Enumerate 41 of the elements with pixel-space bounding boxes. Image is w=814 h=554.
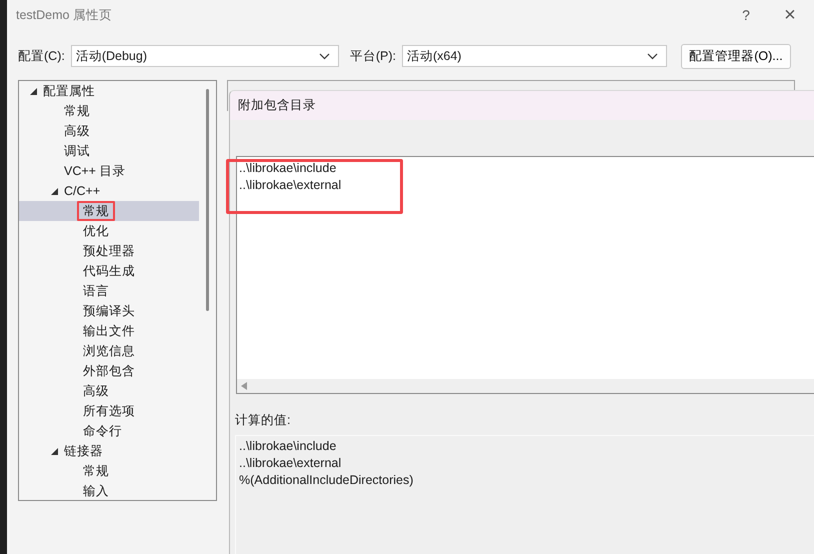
help-button[interactable]: ?: [724, 0, 768, 30]
popup-title: 附加包含目录: [238, 97, 316, 114]
tree-item[interactable]: 调试: [19, 141, 199, 161]
chevron-down-icon: [646, 52, 658, 60]
tree-item[interactable]: 链接器: [19, 441, 199, 461]
tree-item[interactable]: 高级: [19, 381, 199, 401]
tree-item[interactable]: 配置属性: [19, 81, 199, 101]
scroll-left-icon[interactable]: [241, 382, 247, 390]
tree-item[interactable]: 浏览信息: [19, 341, 199, 361]
tree-item[interactable]: C/C++: [19, 181, 199, 201]
platform-label: 平台(P):: [350, 48, 396, 64]
computed-label: 计算的值:: [235, 412, 292, 428]
config-dropdown[interactable]: 活动(Debug): [70, 45, 339, 67]
configuration-manager-button[interactable]: 配置管理器(O)...: [680, 44, 791, 68]
editor-line: ..\librokae\external: [239, 177, 342, 194]
chevron-down-icon: [318, 52, 330, 60]
tree-item[interactable]: 语言: [19, 281, 199, 301]
tree-item[interactable]: 输入: [19, 481, 199, 500]
tree-item[interactable]: 高级: [19, 121, 199, 141]
close-button[interactable]: ×: [768, 0, 812, 30]
tree-item[interactable]: 外部包含: [19, 361, 199, 381]
tree-item[interactable]: 代码生成: [19, 261, 199, 281]
computed-line: ..\librokae\external: [239, 455, 342, 472]
tree-item[interactable]: 预编译头: [19, 301, 199, 321]
tree-item[interactable]: VC++ 目录: [19, 161, 199, 181]
window-title: testDemo 属性页: [16, 6, 113, 24]
editor-field[interactable]: ..\librokae\include ..\librokae\external: [236, 156, 814, 394]
tree-item[interactable]: 优化: [19, 221, 199, 241]
tree-item[interactable]: 常规: [19, 201, 199, 221]
tree-item[interactable]: 常规: [19, 101, 199, 121]
platform-dropdown[interactable]: 活动(x64): [402, 45, 667, 67]
tree-item[interactable]: 输出文件: [19, 321, 199, 341]
editor-line: ..\librokae\include: [239, 160, 338, 177]
config-label: 配置(C):: [18, 48, 65, 64]
scrollbar[interactable]: [206, 89, 209, 311]
computed-line: %(AdditionalIncludeDirectories): [239, 472, 414, 489]
tree-item[interactable]: 常规: [19, 461, 199, 481]
tree-item[interactable]: 预处理器: [19, 241, 199, 261]
computed-line: ..\librokae\include: [239, 438, 338, 455]
tree-item[interactable]: 所有选项: [19, 401, 199, 421]
tree-item[interactable]: 命令行: [19, 421, 199, 441]
